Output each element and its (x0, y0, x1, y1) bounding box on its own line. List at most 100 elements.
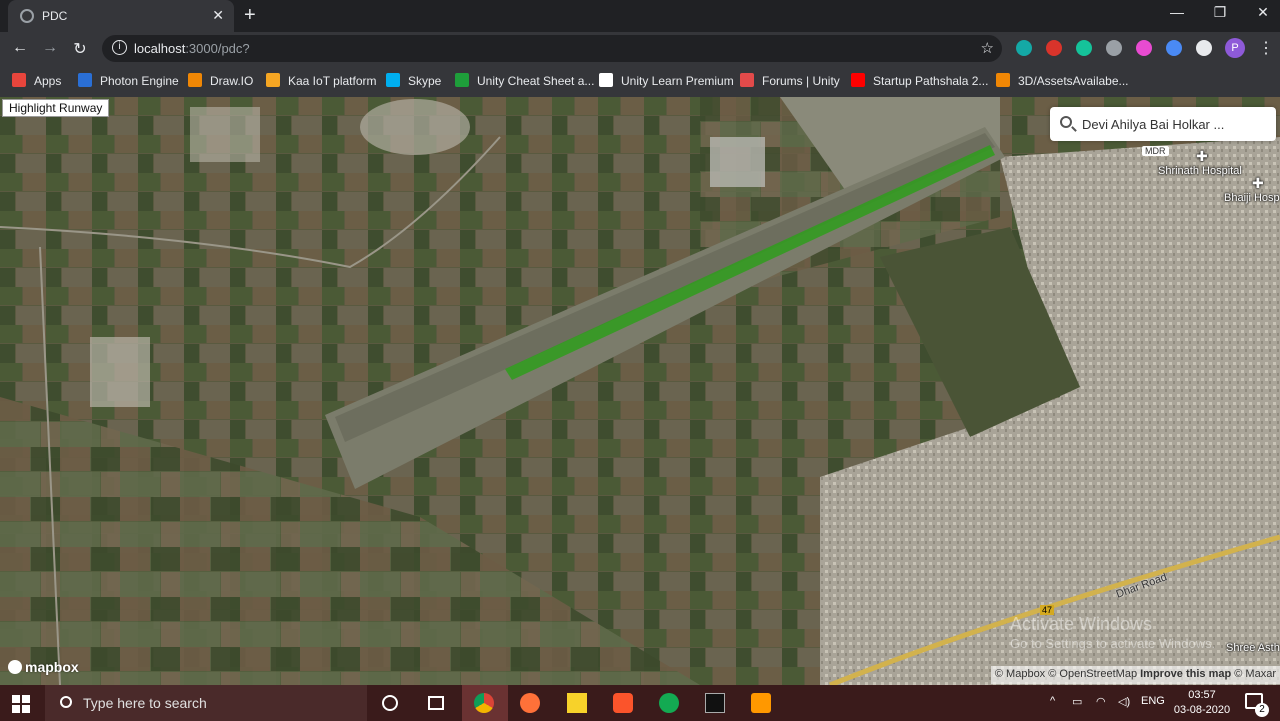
mdr-road-shield: MDR (1142, 146, 1169, 156)
cortana-icon[interactable] (382, 695, 398, 711)
firefox-icon[interactable] (520, 693, 540, 713)
unity-icon (599, 73, 613, 87)
satellite-imagery (0, 97, 1280, 685)
drawio-icon (188, 73, 202, 87)
notification-count-badge: 2 (1255, 703, 1269, 717)
youtube-icon (851, 73, 865, 87)
globe-icon (20, 9, 34, 23)
tab-close-icon[interactable]: ✕ (212, 7, 224, 24)
bookmark-item[interactable]: Unity Cheat Sheet a... (455, 73, 594, 89)
bookmark-item[interactable]: Kaa IoT platform (266, 73, 377, 89)
terminal-icon[interactable] (705, 693, 725, 713)
bookmark-label: Unity Cheat Sheet a... (477, 74, 595, 88)
maximize-button[interactable]: ❐ (1205, 4, 1235, 21)
tray-chevron-icon[interactable]: ^ (1050, 695, 1055, 707)
profile-avatar[interactable]: P (1225, 38, 1245, 58)
bookmark-item[interactable]: Skype (386, 73, 441, 89)
bookmark-label: Unity Learn Premium (621, 74, 734, 88)
attribution-credits[interactable]: © Mapbox © OpenStreetMap (995, 668, 1137, 680)
bookmark-label: Startup Pathshala 2... (873, 74, 989, 88)
bookmark-item[interactable]: Forums | Unity (740, 73, 840, 89)
forums-icon (740, 73, 754, 87)
map-attribution: © Mapbox © OpenStreetMap Improve this ma… (990, 666, 1280, 684)
bookmark-item[interactable]: 3D/AssetsAvailabe... (996, 73, 1129, 89)
taskbar-search-placeholder: Type here to search (83, 695, 207, 711)
attribution-maxar[interactable]: © Maxar (1234, 668, 1276, 680)
mongodb-compass-icon[interactable] (659, 693, 679, 713)
bookmark-item[interactable]: Photon Engine (78, 73, 179, 89)
bookmark-label: Forums | Unity (762, 74, 840, 88)
bookmark-label: Apps (34, 74, 62, 88)
extension-m-icon[interactable] (1016, 40, 1032, 56)
reload-icon[interactable]: ↻ (70, 39, 90, 59)
skype-icon (386, 73, 400, 87)
back-arrow-icon[interactable]: ← (10, 39, 30, 57)
url-path: :3000/pdc? (185, 41, 250, 56)
mapbox-logo-text: mapbox (25, 659, 79, 675)
map-label-shree-asth: Shree Asth (1226, 642, 1280, 654)
volume-icon[interactable]: ◁) (1118, 695, 1130, 708)
windows-taskbar: Type here to search ^ ▭ ◠ ◁) ENG 03:57 0… (0, 685, 1280, 721)
extension-book-icon[interactable] (1046, 40, 1062, 56)
wifi-icon[interactable]: ◠ (1096, 695, 1106, 708)
search-icon (1060, 116, 1072, 128)
tab-title: PDC (42, 9, 68, 23)
chrome-icon[interactable] (474, 693, 494, 713)
browser-menu-icon[interactable]: ⋮ (1258, 38, 1274, 58)
bookmark-item[interactable]: Unity Learn Premium (599, 73, 734, 89)
extension-translate-icon[interactable] (1166, 40, 1182, 56)
bookmark-item[interactable]: Draw.IO (188, 73, 253, 89)
windows-start-icon[interactable] (12, 695, 30, 713)
search-icon (60, 696, 72, 708)
bookmark-label: Draw.IO (210, 74, 254, 88)
bookmark-label: Photon Engine (100, 74, 179, 88)
hospital-cross-icon: ✚ (1196, 148, 1208, 164)
mapbox-logo-icon (8, 660, 22, 674)
bookmarks-bar: Apps Photon Engine Draw.IO Kaa IoT platform… (0, 65, 1280, 97)
extension-cloud-icon[interactable] (1106, 40, 1122, 56)
map-label-bhaiji-hospital: Bhaiji Hosp (1224, 192, 1280, 204)
url-host: localhost (134, 41, 186, 56)
taskbar-clock[interactable]: 03:57 03-08-2020 (1172, 688, 1232, 718)
sublime-text-icon[interactable] (751, 693, 771, 713)
bookmark-item[interactable]: Startup Pathshala 2... (851, 73, 988, 89)
hospital-cross-icon: ✚ (1252, 175, 1264, 191)
bookmark-label: 3D/AssetsAvailabe... (1018, 74, 1129, 88)
drawio-icon (996, 73, 1010, 87)
taskbar-search-box[interactable]: Type here to search (45, 685, 367, 721)
map-canvas[interactable]: Highlight Runway MDR Shrinath Hospital B… (0, 97, 1280, 685)
photon-icon (78, 73, 92, 87)
improve-map-link[interactable]: Improve this map (1140, 668, 1231, 680)
kaa-icon (266, 73, 280, 87)
apps-grid-icon (12, 73, 26, 87)
forward-arrow-icon[interactable]: → (40, 39, 60, 57)
tab-pdc[interactable]: PDC ✕ (8, 0, 234, 32)
minimize-button[interactable]: — (1162, 4, 1192, 20)
map-search-box[interactable] (1050, 107, 1276, 141)
navigation-bar: ← → ↻ i localhost:3000/pdc? ☆ P ⋮ (0, 32, 1280, 65)
site-info-icon[interactable]: i (112, 40, 127, 55)
unity-sheet-icon (455, 73, 469, 87)
sticky-notes-icon[interactable] (567, 693, 587, 713)
battery-icon[interactable]: ▭ (1072, 695, 1082, 708)
new-tab-button[interactable]: + (244, 4, 256, 27)
bookmark-label: Kaa IoT platform (288, 74, 377, 88)
bookmark-star-icon[interactable]: ☆ (981, 39, 994, 57)
extension-color-icon[interactable] (1136, 40, 1152, 56)
window-close-button[interactable]: ✕ (1248, 4, 1278, 21)
mapbox-logo[interactable]: mapbox (8, 659, 79, 675)
grammarly-icon[interactable] (1076, 40, 1092, 56)
address-bar[interactable]: i localhost:3000/pdc? ☆ (102, 35, 1002, 62)
map-search-input[interactable] (1082, 113, 1267, 135)
language-indicator[interactable]: ENG (1141, 695, 1165, 707)
bookmark-label: Skype (408, 74, 442, 88)
brave-icon[interactable] (613, 693, 633, 713)
activate-windows-subtitle: Go to Settings to activate Windows. (1010, 636, 1216, 651)
clock-time: 03:57 (1188, 689, 1216, 701)
extensions-puzzle-icon[interactable] (1196, 40, 1212, 56)
bookmark-item[interactable]: Apps (12, 73, 61, 89)
highlight-runway-button[interactable]: Highlight Runway (2, 99, 110, 117)
url-text[interactable]: localhost:3000/pdc? (134, 41, 250, 56)
map-label-shrinath-hospital: Shrinath Hospital (1158, 165, 1242, 177)
task-view-icon[interactable] (428, 696, 444, 710)
